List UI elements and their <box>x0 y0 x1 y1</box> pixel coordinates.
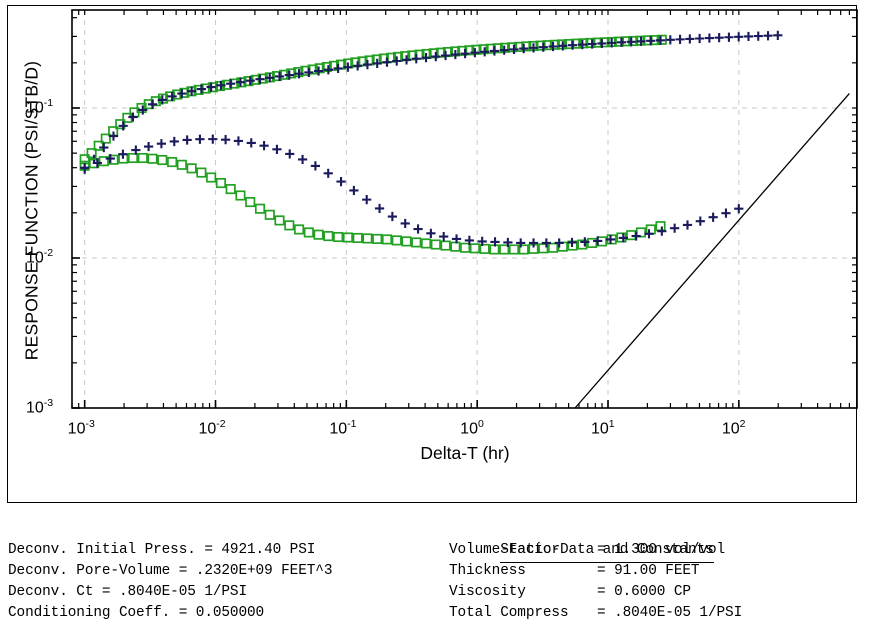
y-tick-label: 10-2 <box>26 246 54 267</box>
constant-row: Volume-Factor = 1.300 vol/vol <box>449 540 742 561</box>
constant-key: Thickness <box>449 563 526 579</box>
constant-value: = 0.6000 CP <box>597 584 691 600</box>
unit-slope-line <box>574 93 850 409</box>
constant-value: = 91.00 FEET <box>597 563 700 579</box>
x-tick-label: 10-1 <box>329 418 357 438</box>
static-data-heading: Static-Data and Constants <box>449 519 742 563</box>
footer-row: Deconv. Pore-Volume = .2320E+09 FEET^3 <box>8 563 333 579</box>
footer-row: Deconv. Ct = .8040E-05 1/PSI <box>8 584 248 600</box>
static-data-constants: Static-Data and Constants Volume-Factor =… <box>449 519 742 624</box>
x-tick-label: 101 <box>591 418 615 438</box>
y-tick-label: 10-3 <box>26 397 54 417</box>
constant-value: = .8040E-05 1/PSI <box>597 605 743 621</box>
deconvolution-results: Deconv. Initial Press. = 4921.40 PSI Deco… <box>8 540 332 624</box>
constant-row: Thickness = 91.00 FEET <box>449 561 742 582</box>
x-tick-label: 100 <box>460 418 484 438</box>
series-derivative-plus <box>80 134 744 248</box>
x-tick-label: 10-3 <box>67 418 95 438</box>
constant-key: Volume-Factor <box>449 542 560 558</box>
footer-panel: Deconv. Initial Press. = 4921.40 PSI Deco… <box>0 507 870 621</box>
constant-row: Viscosity = 0.6000 CP <box>449 582 742 603</box>
x-tick-label: 10-2 <box>198 418 226 438</box>
constant-value: = 1.300 vol/vol <box>597 542 726 558</box>
y-axis-label: RESPONSE FUNCTION (PSI/STB/D) <box>21 60 42 361</box>
x-axis-label: Delta-T (hr) <box>420 443 510 463</box>
constant-key: Viscosity <box>449 584 526 600</box>
data-series <box>79 30 783 255</box>
plot-area: RESPONSE FUNCTION (PSI/STB/D) Delta-T (h… <box>0 0 870 505</box>
series-pressure-change-squares <box>79 34 667 165</box>
series-derivative-squares <box>79 152 666 255</box>
footer-row: Deconv. Initial Press. = 4921.40 PSI <box>8 542 316 558</box>
y-tick-label: 10-1 <box>26 96 54 117</box>
x-tick-label: 102 <box>721 418 746 438</box>
